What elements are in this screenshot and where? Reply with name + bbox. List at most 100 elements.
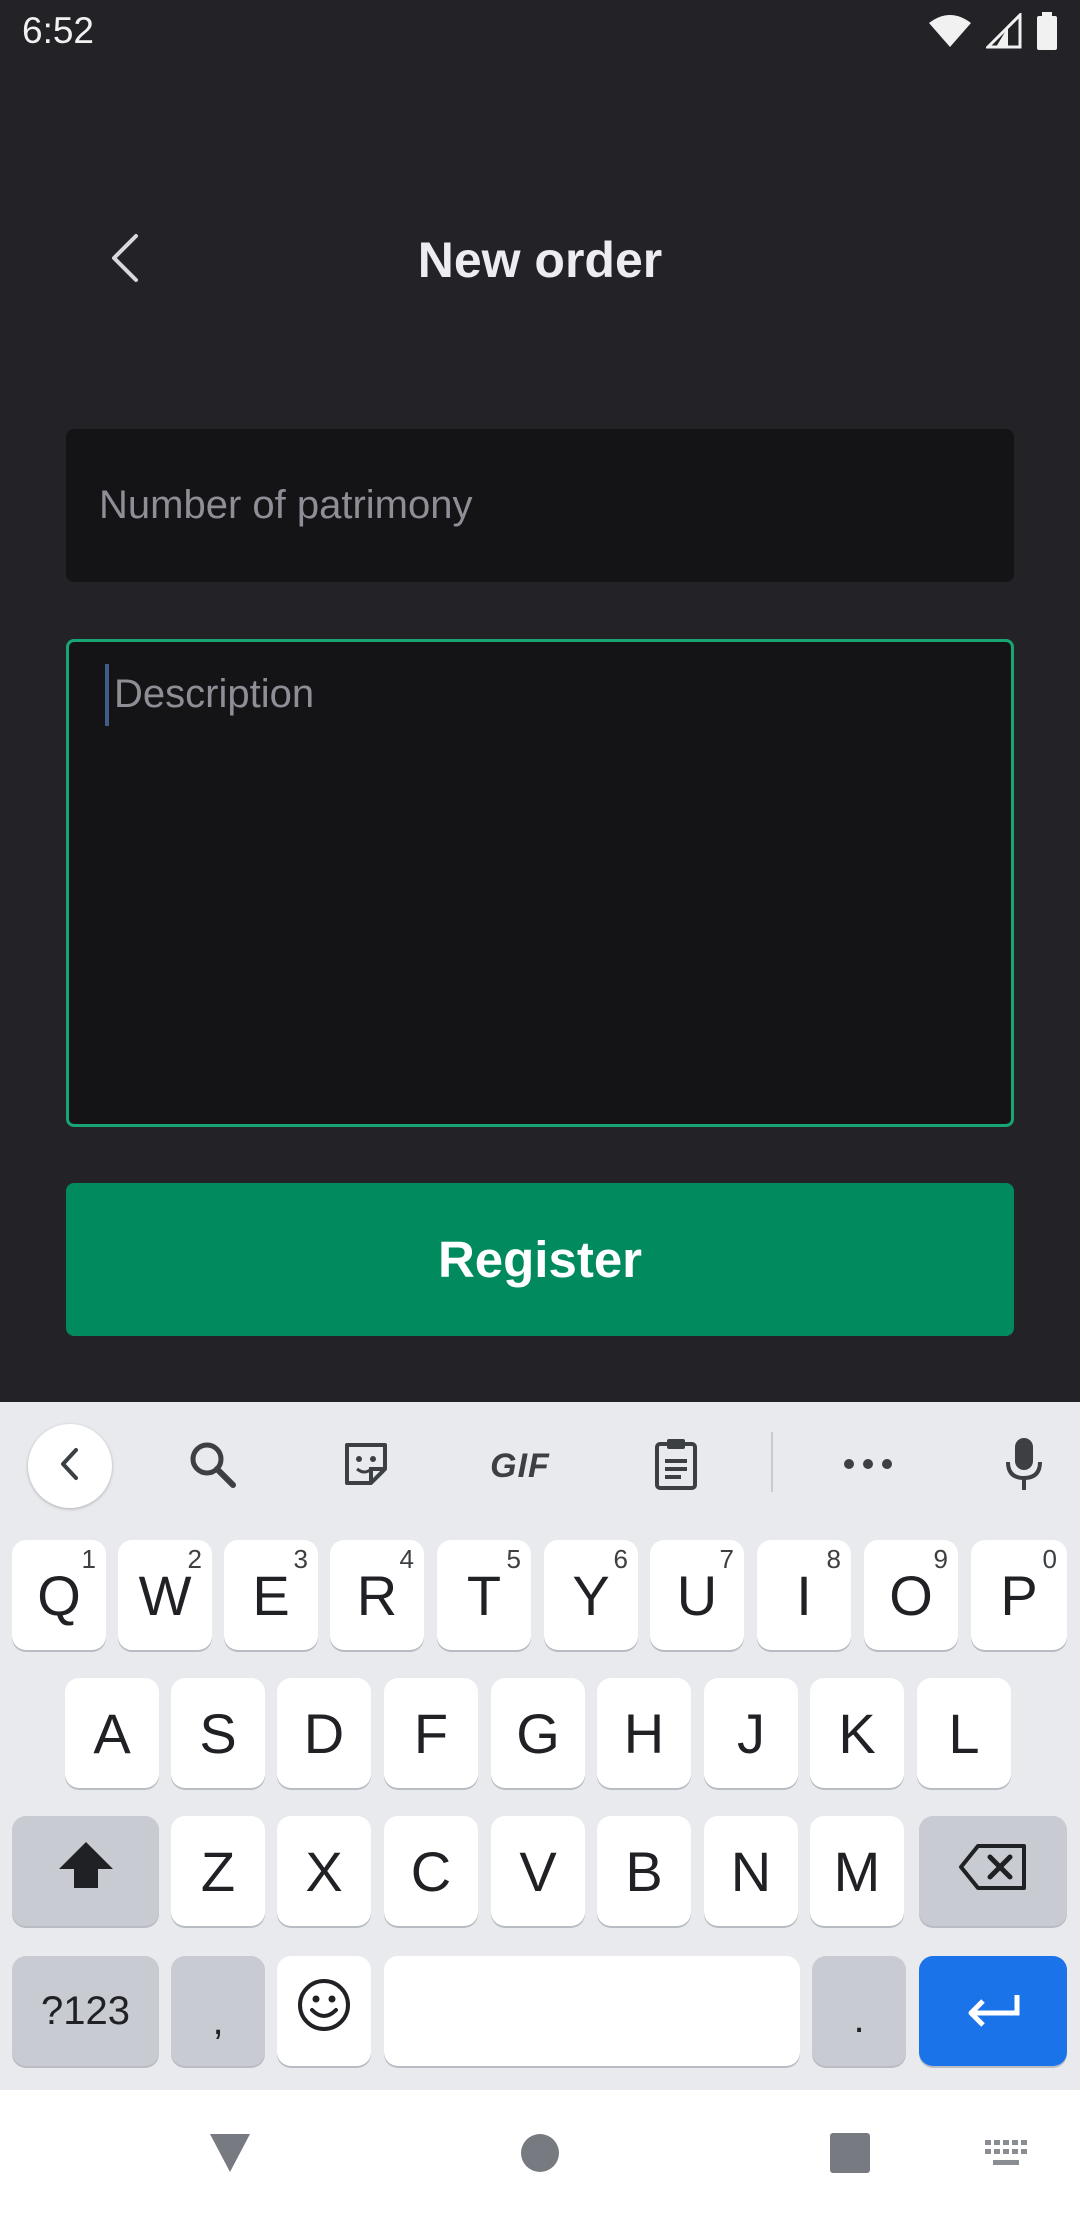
key-s[interactable]: S: [171, 1678, 265, 1788]
shift-icon: [56, 1839, 116, 1904]
key-e[interactable]: E3: [224, 1540, 318, 1650]
key-z[interactable]: Z: [171, 1816, 265, 1926]
clipboard-icon: [653, 1437, 699, 1496]
search-icon: [186, 1438, 238, 1495]
emoji-key[interactable]: [277, 1956, 371, 2066]
key-hint: 6: [613, 1544, 628, 1574]
space-key[interactable]: [384, 1956, 800, 2066]
key-hint: 4: [399, 1544, 414, 1574]
key-hint: 3: [293, 1544, 308, 1574]
key-u[interactable]: U7: [650, 1540, 744, 1650]
keyboard-clipboard-button[interactable]: [634, 1424, 718, 1508]
keyboard-icon: [983, 2138, 1029, 2173]
description-input[interactable]: Description: [66, 639, 1014, 1127]
key-label: R: [356, 1563, 398, 1627]
key-v[interactable]: V: [491, 1816, 585, 1926]
key-x[interactable]: X: [277, 1816, 371, 1926]
text-cursor: [105, 664, 109, 726]
nav-back-button[interactable]: [200, 2120, 260, 2190]
period-label: .: [853, 1996, 865, 2041]
home-circle-icon: [520, 2133, 560, 2178]
sticker-icon: [341, 1439, 391, 1494]
key-hint: 2: [187, 1544, 202, 1574]
keyboard-collapse-button[interactable]: [28, 1424, 112, 1508]
key-hint: 9: [933, 1544, 948, 1574]
comma-key[interactable]: ,: [171, 1956, 265, 2066]
square-icon: [830, 2132, 870, 2178]
key-label: T: [466, 1563, 502, 1627]
key-b[interactable]: B: [597, 1816, 691, 1926]
key-i[interactable]: I8: [757, 1540, 851, 1650]
key-f[interactable]: F: [384, 1678, 478, 1788]
keyboard-sticker-button[interactable]: [324, 1424, 408, 1508]
keyboard-more-button[interactable]: [826, 1424, 910, 1508]
gif-icon: GIF: [490, 1446, 550, 1485]
more-icon: [843, 1457, 893, 1475]
keyboard-toolbar: GIF: [0, 1402, 1080, 1522]
back-button[interactable]: [95, 226, 155, 294]
shift-key[interactable]: [12, 1816, 159, 1926]
key-hint: 5: [506, 1544, 521, 1574]
key-label: P: [1000, 1563, 1038, 1627]
key-j[interactable]: J: [704, 1678, 798, 1788]
key-hint: 0: [1042, 1544, 1057, 1574]
soft-keyboard: GIF Q1 W2 E3 R4 T5 Y6 U7 I8 O9 P0 A S D …: [0, 1402, 1080, 2090]
key-h[interactable]: H: [597, 1678, 691, 1788]
key-label: U: [676, 1563, 718, 1627]
key-r[interactable]: R4: [330, 1540, 424, 1650]
nav-keyboard-switch-button[interactable]: [976, 2120, 1036, 2190]
keyboard-gif-button[interactable]: GIF: [478, 1424, 562, 1508]
microphone-icon: [1004, 1436, 1044, 1497]
status-icons: [928, 10, 1058, 55]
patrimony-number-input[interactable]: Number of patrimony: [66, 429, 1014, 582]
key-g[interactable]: G: [491, 1678, 585, 1788]
key-a[interactable]: A: [65, 1678, 159, 1788]
key-label: Q: [37, 1563, 81, 1627]
key-label: O: [889, 1563, 933, 1627]
symbols-key[interactable]: ?123: [12, 1956, 159, 2066]
period-key[interactable]: .: [812, 1956, 906, 2066]
description-placeholder: Description: [114, 672, 315, 716]
key-o[interactable]: O9: [864, 1540, 958, 1650]
nav-home-button[interactable]: [510, 2120, 570, 2190]
backspace-key[interactable]: [919, 1816, 1067, 1926]
emoji-icon: [296, 1977, 352, 2046]
key-q[interactable]: Q1: [12, 1540, 106, 1650]
key-label: E: [252, 1563, 290, 1627]
page-title: New order: [417, 232, 663, 288]
chevron-left-icon: [55, 1446, 85, 1487]
register-button[interactable]: Register: [66, 1183, 1014, 1336]
key-n[interactable]: N: [704, 1816, 798, 1926]
signal-icon: [984, 10, 1022, 54]
key-p[interactable]: P0: [971, 1540, 1067, 1650]
keyboard-voice-button[interactable]: [982, 1424, 1066, 1508]
toolbar-divider: [771, 1432, 773, 1492]
keyboard-search-button[interactable]: [170, 1424, 254, 1508]
key-m[interactable]: M: [810, 1816, 904, 1926]
key-label: I: [796, 1563, 812, 1627]
enter-icon: [963, 1979, 1023, 2044]
patrimony-placeholder: Number of patrimony: [99, 483, 473, 527]
triangle-down-icon: [208, 2132, 252, 2179]
battery-icon: [1036, 11, 1058, 55]
key-label: W: [138, 1563, 192, 1627]
enter-key[interactable]: [919, 1956, 1067, 2066]
key-d[interactable]: D: [277, 1678, 371, 1788]
key-w[interactable]: W2: [118, 1540, 212, 1650]
key-hint: 8: [826, 1544, 841, 1574]
backspace-icon: [958, 1839, 1028, 1904]
comma-label: ,: [212, 1998, 224, 2043]
key-hint: 1: [81, 1544, 96, 1574]
navigation-bar: [0, 2090, 1080, 2220]
key-t[interactable]: T5: [437, 1540, 531, 1650]
key-c[interactable]: C: [384, 1816, 478, 1926]
wifi-icon: [928, 13, 972, 54]
status-time: 6:52: [22, 10, 95, 51]
key-hint: 7: [719, 1544, 734, 1574]
chevron-left-icon: [108, 233, 142, 288]
key-y[interactable]: Y6: [544, 1540, 638, 1650]
nav-recents-button[interactable]: [820, 2120, 880, 2190]
key-l[interactable]: L: [917, 1678, 1011, 1788]
status-bar: 6:52: [0, 0, 1080, 66]
key-k[interactable]: K: [810, 1678, 904, 1788]
